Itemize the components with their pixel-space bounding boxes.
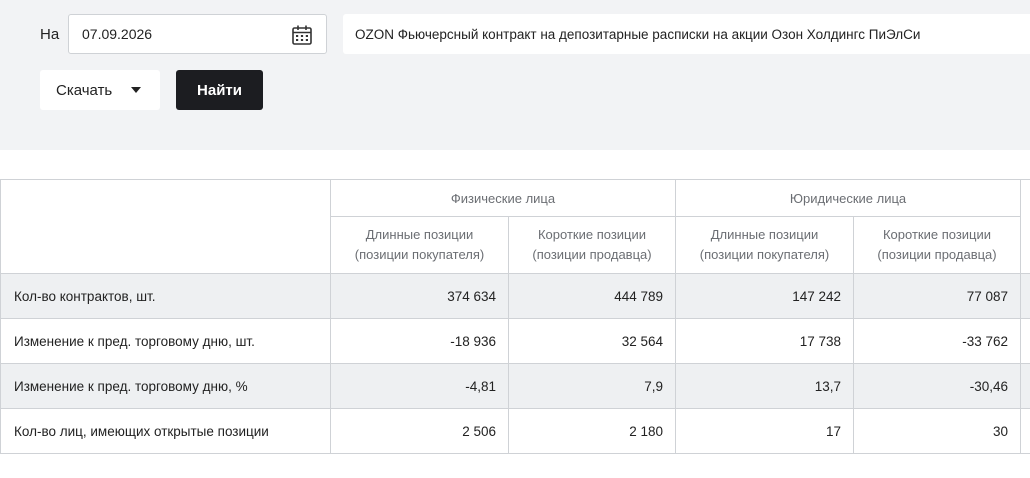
subheader-legal-long: Длинные позиции (позиции покупателя) — [675, 216, 854, 274]
table-row: Изменение к пред. торговому дню, шт. -18… — [0, 318, 1030, 364]
table-cell: 13,7 — [675, 363, 854, 409]
date-label: На — [40, 26, 60, 43]
table-cell: -18 936 — [330, 318, 509, 364]
table-overflow-column — [1020, 179, 1030, 274]
subheader-line: (позиции продавца) — [532, 247, 652, 262]
calendar-icon[interactable] — [291, 24, 313, 46]
instrument-select[interactable]: OZON Фьючерсный контракт на депозитарные… — [343, 14, 1030, 54]
subheader-legal-short: Короткие позиции (позиции продавца) — [852, 216, 1022, 274]
table-cell: -4,81 — [330, 363, 509, 409]
table-cell: -30,46 — [852, 363, 1022, 409]
table-cell: 17 — [675, 408, 854, 454]
table-cell: -33 762 — [852, 318, 1022, 364]
subheader-line: (позиции покупателя) — [699, 247, 830, 262]
table-cell-empty — [1020, 318, 1030, 364]
open-positions-table: Физические лица Юридические лица Длинные… — [0, 179, 1030, 454]
row-label: Изменение к пред. торговому дню, шт. — [0, 318, 331, 364]
subheader-line: (позиции продавца) — [877, 247, 997, 262]
instrument-value: OZON Фьючерсный контракт на депозитарные… — [355, 27, 921, 42]
table-cell: 444 789 — [508, 273, 676, 319]
table-cell: 2 180 — [508, 408, 676, 454]
row-label: Кол-во лиц, имеющих открытые позиции — [0, 408, 331, 454]
table-row: Кол-во лиц, имеющих открытые позиции 2 5… — [0, 408, 1030, 454]
date-value: 07.09.2026 — [82, 26, 153, 42]
table-cell: 7,9 — [508, 363, 676, 409]
table-row: Изменение к пред. торговому дню, % -4,81… — [0, 363, 1030, 409]
date-input[interactable]: 07.09.2026 — [68, 14, 327, 54]
table-cell: 30 — [852, 408, 1022, 454]
group-header-individuals: Физические лица — [330, 179, 676, 217]
subheader-line: Короткие позиции — [537, 227, 647, 242]
table-cell-empty — [1020, 363, 1030, 409]
table-corner — [0, 179, 331, 274]
subheader-line: Длинные позиции — [710, 227, 819, 242]
table-row: Кол-во контрактов, шт. 374 634 444 789 1… — [0, 273, 1030, 319]
download-button[interactable]: Скачать — [40, 70, 160, 110]
table-cell: 17 738 — [675, 318, 854, 364]
table-cell: 77 087 — [852, 273, 1022, 319]
table-cell: 32 564 — [508, 318, 676, 364]
table-cell-empty — [1020, 273, 1030, 319]
caret-down-icon — [131, 87, 141, 93]
find-button[interactable]: Найти — [176, 70, 263, 110]
subheader-individuals-long: Длинные позиции (позиции покупателя) — [330, 216, 509, 274]
subheader-line: Короткие позиции — [882, 227, 992, 242]
table-cell: 374 634 — [330, 273, 509, 319]
subheader-line: Длинные позиции — [365, 227, 474, 242]
table-cell: 2 506 — [330, 408, 509, 454]
subheader-individuals-short: Короткие позиции (позиции продавца) — [508, 216, 676, 274]
table-cell: 147 242 — [675, 273, 854, 319]
group-header-legal-entities: Юридические лица — [674, 179, 1022, 217]
subheader-line: (позиции покупателя) — [354, 247, 485, 262]
row-label: Кол-во контрактов, шт. — [0, 273, 331, 319]
row-label: Изменение к пред. торговому дню, % — [0, 363, 331, 409]
filter-panel: На 07.09.2026 OZON Фьючерсный контракт н… — [0, 0, 1030, 150]
download-label: Скачать — [56, 81, 113, 99]
table-cell-empty — [1020, 408, 1030, 454]
